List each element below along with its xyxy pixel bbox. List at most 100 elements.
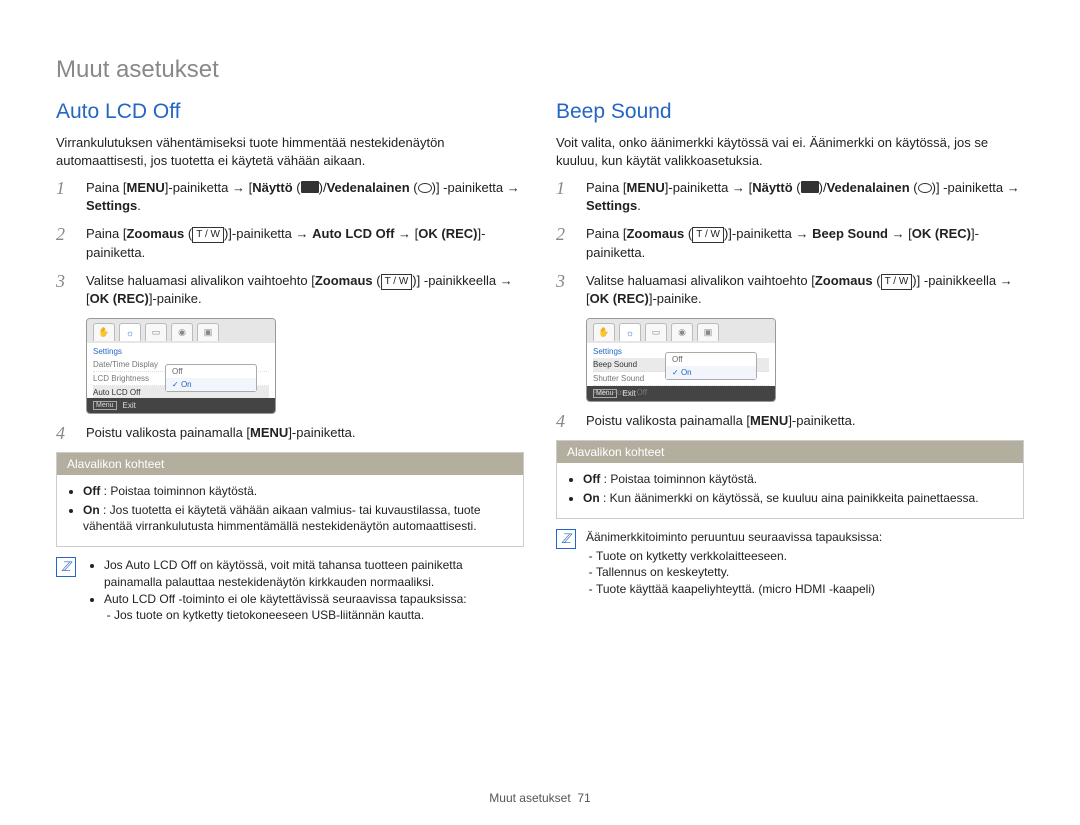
note-line: Äänimerkkitoiminto peruuntuu seuraavissa… bbox=[586, 530, 882, 544]
shot-tab: ✋ bbox=[593, 323, 615, 341]
t: ]-painike. bbox=[149, 291, 202, 306]
t: : Kun äänimerkki on käytössä, se kuuluu … bbox=[600, 491, 979, 505]
submenu-items-box: Alavalikon kohteet Off : Poistaa toiminn… bbox=[56, 452, 524, 547]
page-footer: Muut asetukset 71 bbox=[0, 791, 1080, 805]
tw-icon: T / W bbox=[881, 274, 913, 290]
left-column: Auto LCD Off Virrankulutuksen vähentämis… bbox=[56, 100, 524, 624]
t: )/ bbox=[319, 180, 327, 195]
off-label: Off bbox=[83, 484, 100, 498]
t: : Jos tuotetta ei käytetä vähään aikaan … bbox=[83, 503, 481, 533]
exit-label: Exit bbox=[623, 389, 636, 398]
step-number: 3 bbox=[556, 272, 572, 308]
t: ]-painiketta. bbox=[288, 425, 355, 440]
t: Paina [ bbox=[586, 180, 626, 195]
menu-key-icon: Menu bbox=[593, 389, 617, 398]
t: ]-painike. bbox=[649, 291, 702, 306]
underwater-label: Vedenalainen bbox=[827, 180, 910, 195]
popup-on-selected: On bbox=[166, 378, 256, 391]
target-label: Beep Sound bbox=[812, 226, 888, 241]
t: )/ bbox=[819, 180, 827, 195]
step-4: 4 Poistu valikosta painamalla [MENU]-pai… bbox=[556, 412, 1024, 430]
step-3: 3 Valitse haluamasi alivalikon vaihtoeht… bbox=[556, 272, 1024, 308]
page-title: Muut asetukset bbox=[56, 56, 1024, 84]
menu-key-icon: Menu bbox=[93, 401, 117, 410]
step-number: 4 bbox=[556, 412, 572, 430]
ok-rec-label: OK (REC) bbox=[590, 291, 649, 306]
t: : Poistaa toiminnon käytöstä. bbox=[600, 472, 757, 486]
tw-icon: T / W bbox=[692, 227, 724, 243]
tw-icon: T / W bbox=[192, 227, 224, 243]
t: )] -painiketta → bbox=[932, 180, 1020, 195]
target-label: Auto LCD Off bbox=[312, 226, 394, 241]
shot-tab: ◉ bbox=[171, 323, 193, 341]
intro-text: Voit valita, onko äänimerkki käytössä va… bbox=[556, 134, 1024, 169]
lcd-screenshot: ✋ ☼ ▭ ◉ ▣ Settings Date/Time Display LCD… bbox=[86, 318, 276, 414]
t: ]-painiketta. bbox=[788, 413, 855, 428]
display-icon bbox=[801, 181, 819, 193]
step-number: 2 bbox=[56, 225, 72, 261]
t: ( bbox=[910, 180, 918, 195]
shot-tab-row: ✋ ☼ ▭ ◉ ▣ bbox=[587, 319, 775, 343]
t: ]-painiketta → bbox=[228, 226, 312, 241]
section-title-beep-sound: Beep Sound bbox=[556, 100, 1024, 124]
off-label: Off bbox=[583, 472, 600, 486]
exit-label: Exit bbox=[123, 401, 136, 410]
step-number: 1 bbox=[556, 179, 572, 215]
shot-exit-bar: Menu Exit bbox=[587, 386, 775, 401]
tw-icon: T / W bbox=[381, 274, 413, 290]
two-column-layout: Auto LCD Off Virrankulutuksen vähentämis… bbox=[56, 100, 1024, 624]
underwater-icon bbox=[418, 183, 432, 193]
shot-tab: ▣ bbox=[197, 323, 219, 341]
info-note: ℤ Äänimerkkitoiminto peruuntuu seuraavis… bbox=[556, 529, 1024, 598]
shot-exit-bar: Menu Exit bbox=[87, 398, 275, 413]
info-note: ℤ Jos Auto LCD Off on käytössä, voit mit… bbox=[56, 557, 524, 624]
shot-tab: ✋ bbox=[93, 323, 115, 341]
intro-text: Virrankulutuksen vähentämiseksi tuote hi… bbox=[56, 134, 524, 169]
zoom-label: Zoomaus bbox=[315, 273, 373, 288]
ok-rec-label: OK (REC) bbox=[418, 226, 477, 241]
shot-tab: ▭ bbox=[145, 323, 167, 341]
t: ]-painiketta → [ bbox=[665, 180, 752, 195]
shot-tab: ▭ bbox=[645, 323, 667, 341]
info-icon: ℤ bbox=[556, 529, 576, 549]
t: Valitse haluamasi alivalikon vaihtoehto … bbox=[586, 273, 815, 288]
t: → [ bbox=[888, 226, 912, 241]
t: Auto LCD Off -toiminto ei ole käytettävi… bbox=[104, 592, 467, 606]
step-number: 3 bbox=[56, 272, 72, 308]
menu-label: MENU bbox=[250, 425, 288, 440]
on-label: On bbox=[583, 491, 600, 505]
submenu-off: Off : Poistaa toiminnon käytöstä. bbox=[83, 483, 513, 499]
step-number: 2 bbox=[556, 225, 572, 261]
underwater-icon bbox=[918, 183, 932, 193]
popup-off: Off bbox=[666, 353, 756, 366]
t: ( bbox=[293, 180, 301, 195]
step-number: 1 bbox=[56, 179, 72, 215]
menu-label: MENU bbox=[126, 180, 164, 195]
t: . bbox=[637, 198, 641, 213]
shot-tab: ▣ bbox=[697, 323, 719, 341]
footer-section: Muut asetukset bbox=[489, 791, 570, 805]
step-3: 3 Valitse haluamasi alivalikon vaihtoeht… bbox=[56, 272, 524, 308]
note-subline: Tuote on kytketty verkkolaitteeseen. bbox=[596, 548, 882, 565]
shot-tab-row: ✋ ☼ ▭ ◉ ▣ bbox=[87, 319, 275, 343]
shot-popup: Off On bbox=[665, 352, 757, 380]
t: Paina [ bbox=[86, 180, 126, 195]
zoom-label: Zoomaus bbox=[815, 273, 873, 288]
t: ]-painiketta → bbox=[728, 226, 812, 241]
steps-list-cont: 4 Poistu valikosta painamalla [MENU]-pai… bbox=[556, 412, 1024, 430]
submenu-off: Off : Poistaa toiminnon käytöstä. bbox=[583, 471, 1013, 487]
right-column: Beep Sound Voit valita, onko äänimerkki … bbox=[556, 100, 1024, 624]
popup-on-selected: On bbox=[666, 366, 756, 379]
note-subline: Jos tuote on kytketty tietokoneeseen USB… bbox=[114, 607, 524, 624]
step-2: 2 Paina [Zoomaus (T / W)]-painiketta → B… bbox=[556, 225, 1024, 261]
step-1: 1 Paina [MENU]-painiketta → [Näyttö ()/V… bbox=[56, 179, 524, 215]
shot-settings-label: Settings bbox=[93, 345, 269, 358]
note-line: Auto LCD Off -toiminto ei ole käytettävi… bbox=[104, 591, 524, 625]
settings-label: Settings bbox=[586, 198, 637, 213]
step-4: 4 Poistu valikosta painamalla [MENU]-pai… bbox=[56, 424, 524, 442]
shot-tab: ◉ bbox=[671, 323, 693, 341]
submenu-items-box: Alavalikon kohteet Off : Poistaa toiminn… bbox=[556, 440, 1024, 518]
shot-tab-active: ☼ bbox=[119, 323, 141, 341]
step-number: 4 bbox=[56, 424, 72, 442]
section-title-auto-lcd-off: Auto LCD Off bbox=[56, 100, 524, 124]
